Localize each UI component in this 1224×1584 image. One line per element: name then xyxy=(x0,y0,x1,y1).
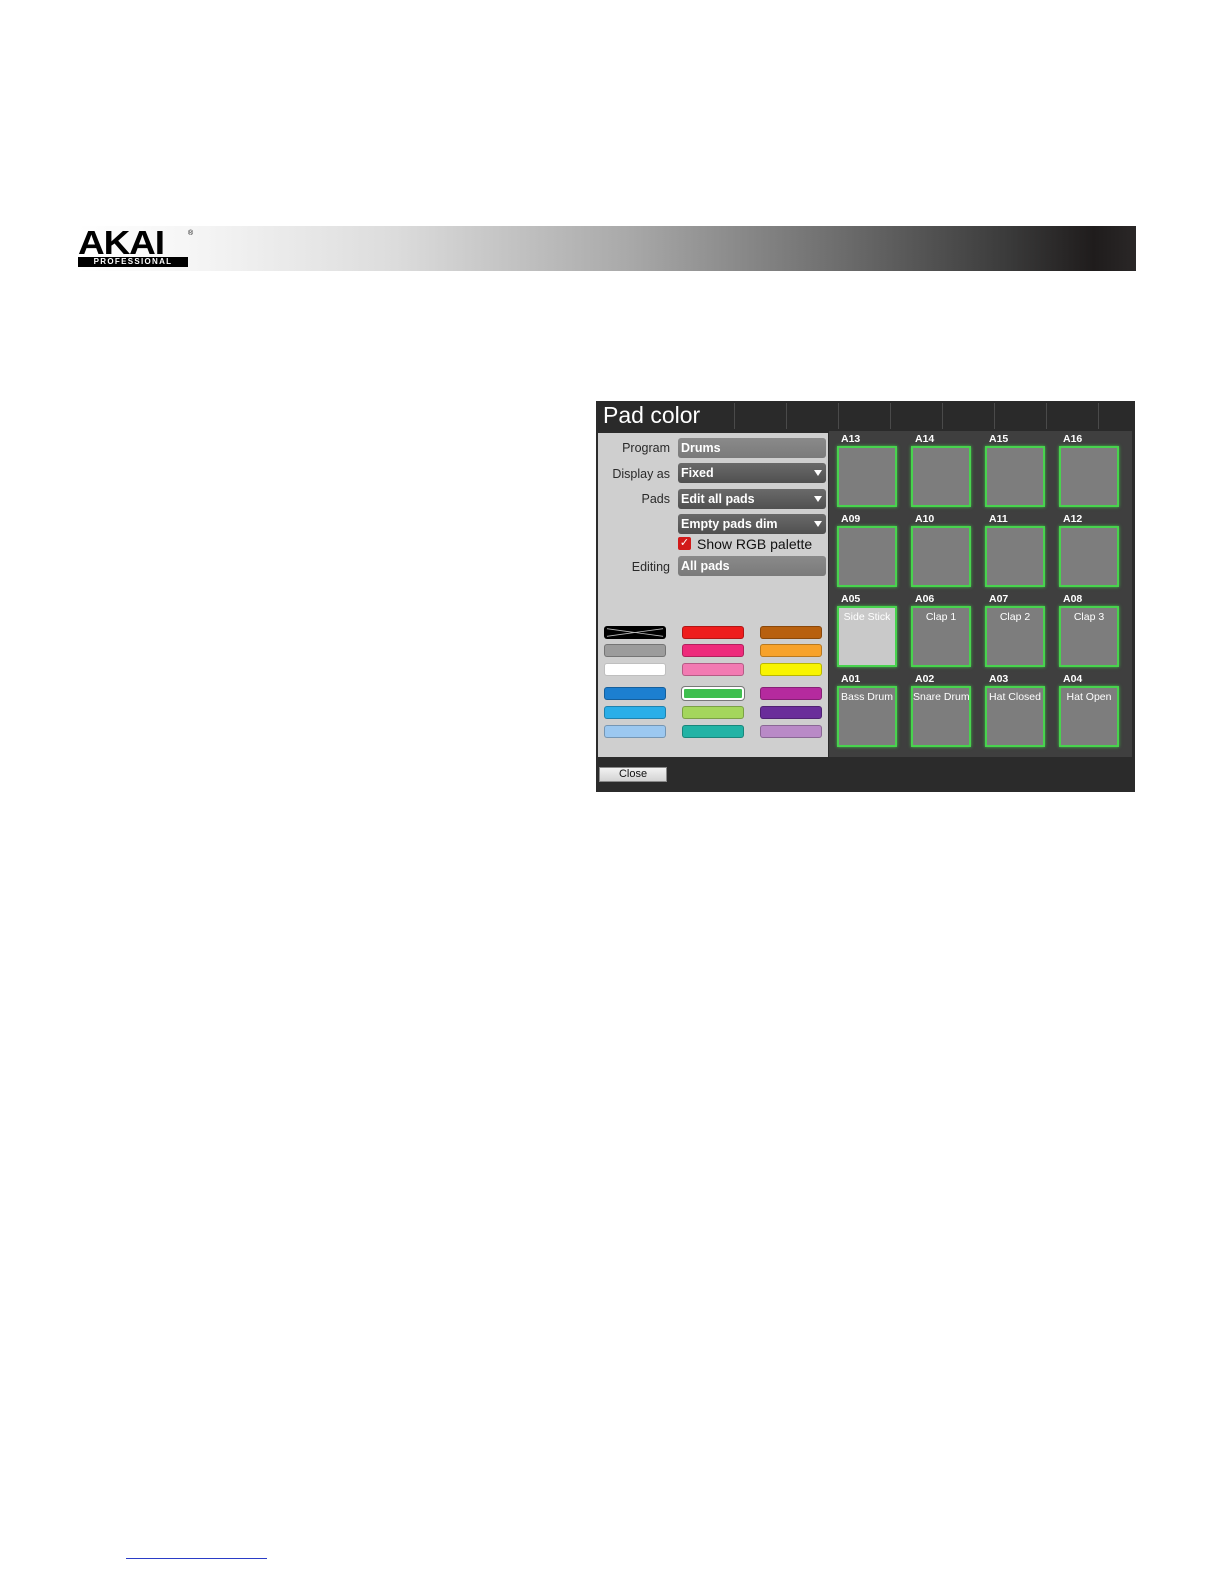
close-button[interactable]: Close xyxy=(599,767,667,782)
title-divider xyxy=(734,403,735,429)
footer-link-underline[interactable] xyxy=(126,1558,267,1559)
pad-a03[interactable]: Hat Closed xyxy=(985,686,1045,747)
pad-id-label: A11 xyxy=(989,513,1008,525)
display-as-value: Fixed xyxy=(681,466,714,480)
color-swatch[interactable] xyxy=(682,706,744,719)
pad-color-dialog: Pad color Program Drums Display as Fixed… xyxy=(596,401,1135,792)
pad-a04[interactable]: Hat Open xyxy=(1059,686,1119,747)
color-swatch[interactable] xyxy=(604,663,666,676)
pad-id-label: A03 xyxy=(989,673,1009,685)
display-as-label: Display as xyxy=(612,467,670,481)
color-swatch[interactable] xyxy=(682,725,744,738)
color-swatch[interactable] xyxy=(682,663,744,676)
chevron-down-icon xyxy=(814,521,822,527)
color-swatch[interactable] xyxy=(604,687,666,700)
chevron-down-icon xyxy=(814,470,822,476)
pad-a09[interactable] xyxy=(837,526,897,587)
pad-id-label: A07 xyxy=(989,593,1009,605)
program-field[interactable]: Drums xyxy=(678,438,826,458)
empty-pads-dropdown[interactable]: Empty pads dim xyxy=(678,514,826,534)
editing-field[interactable]: All pads xyxy=(678,556,826,576)
cross-icon xyxy=(606,628,664,637)
pad-a06[interactable]: Clap 1 xyxy=(911,606,971,667)
title-divider xyxy=(1098,403,1099,429)
show-rgb-palette-checkbox[interactable]: ✓ xyxy=(678,537,691,550)
pad-id-label: A02 xyxy=(915,673,935,685)
akai-professional-logo: AKAI ® PROFESSIONAL xyxy=(78,226,194,268)
pad-id-label: A15 xyxy=(989,433,1009,445)
editing-label: Editing xyxy=(631,560,670,574)
pad-id-label: A08 xyxy=(1063,593,1083,605)
color-swatch[interactable] xyxy=(604,725,666,738)
color-swatch[interactable] xyxy=(760,663,822,676)
pad-a11[interactable] xyxy=(985,526,1045,587)
pad-a12[interactable] xyxy=(1059,526,1119,587)
pad-a08[interactable]: Clap 3 xyxy=(1059,606,1119,667)
pad-name: Hat Open xyxy=(1066,691,1112,703)
color-swatch[interactable] xyxy=(682,687,744,700)
pads-label: Pads xyxy=(641,492,671,506)
pad-a16[interactable] xyxy=(1059,446,1119,507)
color-swatch[interactable] xyxy=(760,706,822,719)
pad-a01[interactable]: Bass Drum xyxy=(837,686,897,747)
chevron-down-icon xyxy=(814,496,822,502)
title-divider xyxy=(890,403,891,429)
logo-subtitle: PROFESSIONAL xyxy=(78,257,188,267)
pad-name: Clap 1 xyxy=(925,611,957,623)
settings-panel: Program Drums Display as Fixed Pads Edit… xyxy=(598,433,828,757)
dialog-title: Pad color xyxy=(603,402,701,428)
color-swatch[interactable] xyxy=(760,644,822,657)
title-divider xyxy=(1046,403,1047,429)
pad-a07[interactable]: Clap 2 xyxy=(985,606,1045,667)
no-color-swatch[interactable] xyxy=(604,626,666,639)
pads-value: Edit all pads xyxy=(681,492,755,506)
pad-a05[interactable]: Side Stick xyxy=(837,606,897,667)
header-banner xyxy=(78,226,1136,271)
color-swatch[interactable] xyxy=(604,644,666,657)
pad-id-label: A13 xyxy=(841,433,861,445)
color-swatch[interactable] xyxy=(760,725,822,738)
show-rgb-palette-label: Show RGB palette xyxy=(697,536,813,552)
pad-name: Clap 3 xyxy=(1073,611,1105,623)
title-bar: Pad color xyxy=(596,401,1135,431)
color-swatch[interactable] xyxy=(682,626,744,639)
pad-id-label: A10 xyxy=(915,513,935,525)
pad-a14[interactable] xyxy=(911,446,971,507)
color-swatch[interactable] xyxy=(682,644,744,657)
pad-id-label: A12 xyxy=(1063,513,1083,525)
color-swatch[interactable] xyxy=(760,626,822,639)
pads-dropdown[interactable]: Edit all pads xyxy=(678,489,826,509)
pad-id-label: A14 xyxy=(915,433,935,445)
pad-name: Clap 2 xyxy=(999,611,1031,623)
title-divider xyxy=(942,403,943,429)
logo-word: AKAI xyxy=(78,224,165,261)
pad-grid: A13 A14 A15 A16 A09 A10 A11 A12 A05 Side Stick A06… xyxy=(829,431,1132,757)
pad-id-label: A16 xyxy=(1063,433,1083,445)
pad-name: Hat Closed xyxy=(989,691,1041,703)
pad-a15[interactable] xyxy=(985,446,1045,507)
pad-id-label: A06 xyxy=(915,593,935,605)
logo-registered-mark: ® xyxy=(188,230,194,237)
pad-id-label: A01 xyxy=(841,673,861,685)
color-swatch[interactable] xyxy=(604,706,666,719)
pad-name: Side Stick xyxy=(843,611,891,623)
title-divider xyxy=(994,403,995,429)
pad-a02[interactable]: Snare Drum xyxy=(911,686,971,747)
pad-name: Snare Drum xyxy=(913,691,970,703)
pad-name: Bass Drum xyxy=(841,691,893,703)
program-label: Program xyxy=(622,441,670,455)
pad-id-label: A09 xyxy=(841,513,861,525)
display-as-dropdown[interactable]: Fixed xyxy=(678,463,826,483)
title-divider xyxy=(786,403,787,429)
color-swatch[interactable] xyxy=(760,687,822,700)
empty-pads-value: Empty pads dim xyxy=(681,517,778,531)
pad-a10[interactable] xyxy=(911,526,971,587)
title-divider xyxy=(838,403,839,429)
pad-id-label: A04 xyxy=(1063,673,1083,685)
pad-id-label: A05 xyxy=(841,593,861,605)
pad-a13[interactable] xyxy=(837,446,897,507)
